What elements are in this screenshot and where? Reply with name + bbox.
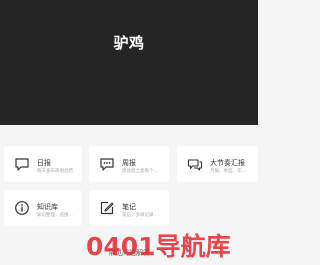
card-description: 笔记，多样记录… [122, 212, 158, 217]
card-knowledge-base[interactable]: 知识库 知识整理，道搜… [4, 190, 82, 226]
app-logo-title: 驴鸡 [113, 34, 145, 52]
card-daily-report[interactable]: 日报 每天发布简明总结 [4, 146, 82, 182]
card-notes[interactable]: 笔记 笔记，多样记录… [89, 190, 169, 226]
card-weekly-report[interactable]: 周报 周总结之类每个… [89, 146, 169, 182]
card-title: 日报 [37, 160, 51, 167]
card-title: 知识库 [37, 204, 58, 211]
card-description: 月报、季度、年… [210, 168, 246, 173]
card-title: 周报 [122, 160, 136, 167]
speech-bubble-icon [15, 158, 29, 171]
info-icon [15, 201, 29, 215]
double-bubble-icon [187, 159, 203, 171]
watermark-text: 0401导航库 [86, 232, 231, 261]
chat-dots-icon [100, 158, 114, 171]
card-title: 笔记 [122, 204, 136, 211]
card-title: 大节奏汇报 [210, 160, 245, 167]
app-header: 驴鸡 [0, 0, 258, 125]
card-description: 每天发布简明总结 [37, 168, 73, 173]
card-description: 知识整理，道搜… [37, 212, 73, 217]
card-major-report[interactable]: 大节奏汇报 月报、季度、年… [177, 146, 258, 182]
card-description: 周总结之类每个… [122, 168, 158, 173]
watermark-logo: 0401导航库 [86, 232, 231, 262]
edit-icon [100, 201, 114, 215]
